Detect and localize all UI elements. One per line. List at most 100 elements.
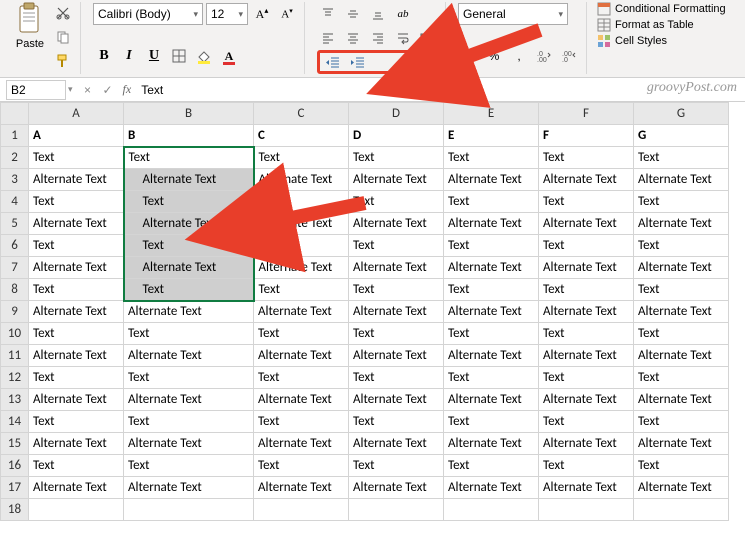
font-color-button[interactable]: A (218, 45, 240, 67)
cell-styles-button[interactable]: Cell Styles (597, 34, 726, 48)
cell-G13[interactable]: Alternate Text (634, 389, 729, 411)
cut-button[interactable] (52, 2, 74, 24)
cell-F14[interactable]: Text (539, 411, 634, 433)
cell-D12[interactable]: Text (349, 367, 444, 389)
column-header-F[interactable]: F (539, 103, 634, 125)
cell-A4[interactable]: Text (29, 191, 124, 213)
cell-A11[interactable]: Alternate Text (29, 345, 124, 367)
cell-A14[interactable]: Text (29, 411, 124, 433)
cell-F3[interactable]: Alternate Text (539, 169, 634, 191)
row-header-2[interactable]: 2 (1, 147, 29, 169)
cell-B10[interactable]: Text (124, 323, 254, 345)
cell-B9[interactable]: Alternate Text (124, 301, 254, 323)
row-header-9[interactable]: 9 (1, 301, 29, 323)
cell-E17[interactable]: Alternate Text (444, 477, 539, 499)
align-center-button[interactable] (342, 27, 364, 49)
cell-D4[interactable]: Text (349, 191, 444, 213)
cell-C1[interactable]: C (254, 125, 349, 147)
cell-C14[interactable]: Text (254, 411, 349, 433)
cell-E9[interactable]: Alternate Text (444, 301, 539, 323)
cell-E6[interactable]: Text (444, 235, 539, 257)
cell-D10[interactable]: Text (349, 323, 444, 345)
cell-G2[interactable]: Text (634, 147, 729, 169)
cell-F1[interactable]: F (539, 125, 634, 147)
column-header-G[interactable]: G (634, 103, 729, 125)
cell-G9[interactable]: Alternate Text (634, 301, 729, 323)
cell-B12[interactable]: Text (124, 367, 254, 389)
cell-C17[interactable]: Alternate Text (254, 477, 349, 499)
row-header-15[interactable]: 15 (1, 433, 29, 455)
column-header-A[interactable]: A (29, 103, 124, 125)
cell-A3[interactable]: Alternate Text (29, 169, 124, 191)
cell-B14[interactable]: Text (124, 411, 254, 433)
cell-G4[interactable]: Text (634, 191, 729, 213)
cell-F6[interactable]: Text (539, 235, 634, 257)
cell-A10[interactable]: Text (29, 323, 124, 345)
cell-G7[interactable]: Alternate Text (634, 257, 729, 279)
row-header-13[interactable]: 13 (1, 389, 29, 411)
cell-B1[interactable]: B (124, 125, 254, 147)
cell-E13[interactable]: Alternate Text (444, 389, 539, 411)
cell-G12[interactable]: Text (634, 367, 729, 389)
row-header-14[interactable]: 14 (1, 411, 29, 433)
cell-F12[interactable]: Text (539, 367, 634, 389)
column-header-C[interactable]: C (254, 103, 349, 125)
cell-D15[interactable]: Alternate Text (349, 433, 444, 455)
copy-button[interactable] (52, 26, 74, 48)
cell-G8[interactable]: Text (634, 279, 729, 301)
cell-B5[interactable]: Alternate Text (124, 213, 254, 235)
row-header-3[interactable]: 3 (1, 169, 29, 191)
cell-F15[interactable]: Alternate Text (539, 433, 634, 455)
cell-F17[interactable]: Alternate Text (539, 477, 634, 499)
cell-D13[interactable]: Alternate Text (349, 389, 444, 411)
cell-B18[interactable] (124, 499, 254, 521)
cell-E7[interactable]: Alternate Text (444, 257, 539, 279)
cell-F18[interactable] (539, 499, 634, 521)
cell-A1[interactable]: A (29, 125, 124, 147)
cell-D14[interactable]: Text (349, 411, 444, 433)
number-format-combo[interactable]: General▾ (458, 3, 568, 25)
cell-B16[interactable]: Text (124, 455, 254, 477)
cell-C12[interactable]: Text (254, 367, 349, 389)
align-right-button[interactable] (367, 27, 389, 49)
cell-A5[interactable]: Alternate Text (29, 213, 124, 235)
cell-C11[interactable]: Alternate Text (254, 345, 349, 367)
column-header-B[interactable]: B (124, 103, 254, 125)
cell-B2[interactable]: Text (124, 147, 254, 169)
row-header-11[interactable]: 11 (1, 345, 29, 367)
row-header-6[interactable]: 6 (1, 235, 29, 257)
cell-F5[interactable]: Alternate Text (539, 213, 634, 235)
formula-input[interactable] (137, 80, 745, 100)
cell-C18[interactable] (254, 499, 349, 521)
cell-A6[interactable]: Text (29, 235, 124, 257)
cell-C10[interactable]: Text (254, 323, 349, 345)
cell-C2[interactable]: Text (254, 147, 349, 169)
bold-button[interactable]: B (93, 45, 115, 67)
cell-E11[interactable]: Alternate Text (444, 345, 539, 367)
cell-G5[interactable]: Alternate Text (634, 213, 729, 235)
cell-D6[interactable]: Text (349, 235, 444, 257)
cell-D18[interactable] (349, 499, 444, 521)
cell-F11[interactable]: Alternate Text (539, 345, 634, 367)
row-header-4[interactable]: 4 (1, 191, 29, 213)
font-name-combo[interactable]: Calibri (Body)▾ (93, 3, 203, 25)
cell-B7[interactable]: Alternate Text (124, 257, 254, 279)
cell-D2[interactable]: Text (349, 147, 444, 169)
merge-button[interactable] (417, 27, 439, 49)
fill-color-button[interactable] (193, 45, 215, 67)
cell-C6[interactable]: Text (254, 235, 349, 257)
cell-D5[interactable]: Alternate Text (349, 213, 444, 235)
cell-E14[interactable]: Text (444, 411, 539, 433)
cell-F2[interactable]: Text (539, 147, 634, 169)
cell-E8[interactable]: Text (444, 279, 539, 301)
wrap-text-button[interactable] (392, 27, 414, 49)
cell-D16[interactable]: Text (349, 455, 444, 477)
row-header-17[interactable]: 17 (1, 477, 29, 499)
cell-C13[interactable]: Alternate Text (254, 389, 349, 411)
cell-C9[interactable]: Alternate Text (254, 301, 349, 323)
decrease-decimal-button[interactable]: .00.0 (558, 45, 580, 67)
row-header-5[interactable]: 5 (1, 213, 29, 235)
cell-B3[interactable]: Alternate Text (124, 169, 254, 191)
cell-D17[interactable]: Alternate Text (349, 477, 444, 499)
cell-G3[interactable]: Alternate Text (634, 169, 729, 191)
